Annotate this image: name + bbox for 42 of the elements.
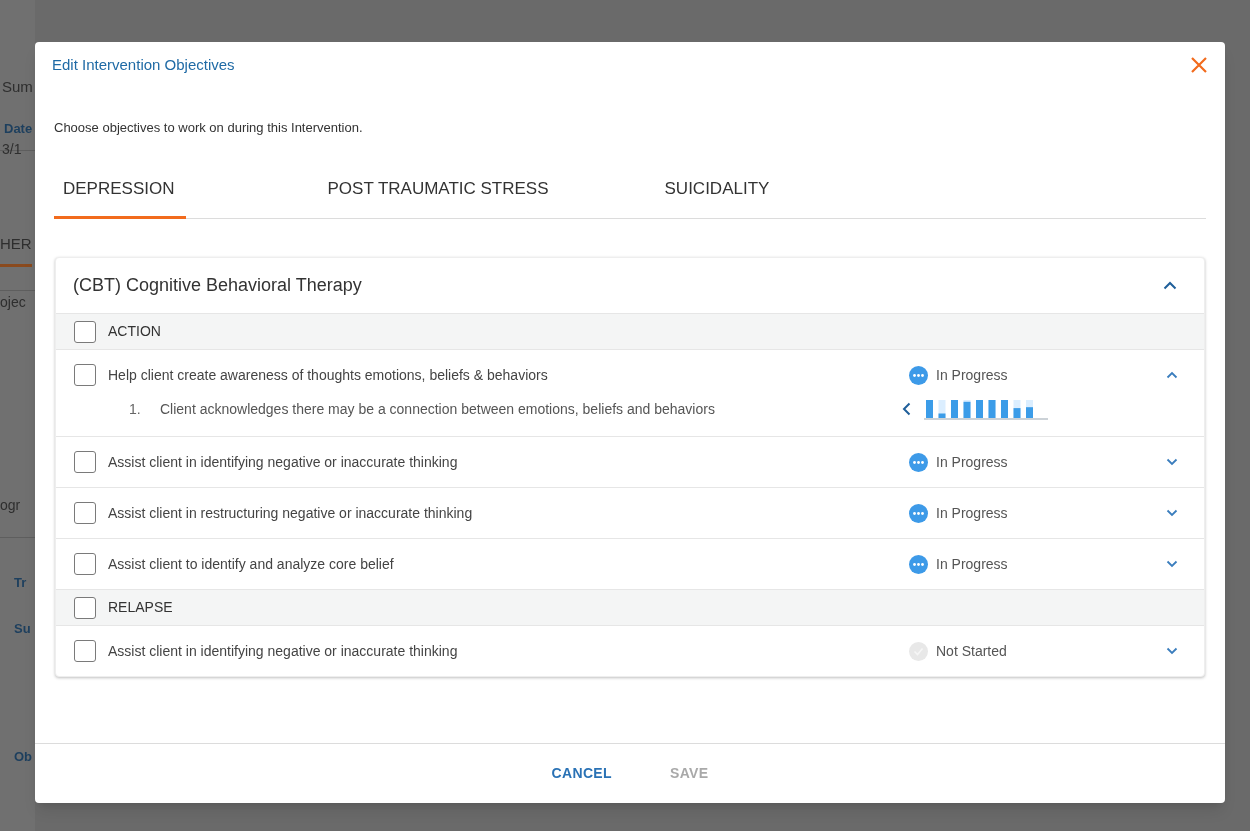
checkbox[interactable] [74,502,96,524]
checkbox[interactable] [74,596,96,619]
status-text: In Progress [936,365,1008,385]
background-text: Sum [2,77,33,97]
in-progress-icon [909,503,928,523]
previous-button[interactable] [900,401,912,417]
checkbox[interactable] [74,451,96,473]
dialog-title: Edit Intervention Objectives [52,55,235,75]
tab[interactable]: SUICIDALITY [664,175,770,219]
background-text: ojec [0,293,26,312]
objective-text: Assist client in restructuring negative or inaccurate thinking [108,503,474,523]
checkbox[interactable] [74,364,96,386]
chevron-down-icon [1166,458,1178,466]
checkbox[interactable] [74,320,96,343]
tab[interactable]: POST TRAUMATIC STRESS [327,175,549,219]
status-text: Not Started [936,641,1007,661]
group-label: ACTION [108,322,161,341]
status-text: In Progress [936,452,1008,472]
objective-text: Help client create awareness of thoughts emotions, beliefs & behaviors [108,365,549,385]
step-number: 1. [129,399,142,419]
chevron-down-icon [1166,509,1178,517]
description-text: Choose objectives to work on during this Intervention. [53,119,364,137]
tab[interactable]: DEPRESSION [54,175,187,219]
program-title: (CBT) Cognitive Behavioral Therapy [73,274,362,297]
checkbox[interactable] [74,553,96,575]
in-progress-icon [909,452,928,472]
chevron-down-icon [1166,647,1178,655]
cancel-button[interactable]: CANCEL [551,763,612,784]
background-text: 3/1 [2,140,22,159]
background-text: ogr [0,496,21,515]
group-label: RELAPSE [108,598,173,617]
status-text: In Progress [936,503,1008,523]
status-text: In Progress [936,554,1008,574]
step-text: Client acknowledges there may be a connection between emotions, beliefs and behaviors [160,399,716,419]
in-progress-icon [909,554,928,574]
chevron-up-icon [1166,371,1178,379]
in-progress-icon [909,365,928,385]
objective-text: Assist client in identifying negative or inaccurate thinking [108,641,459,661]
checkbox[interactable] [74,640,96,662]
objective-text: Assist client in identifying negative or inaccurate thinking [108,452,459,472]
chevron-down-icon [1166,560,1178,568]
objective-text: Assist client to identify and analyze core belief [108,554,395,574]
